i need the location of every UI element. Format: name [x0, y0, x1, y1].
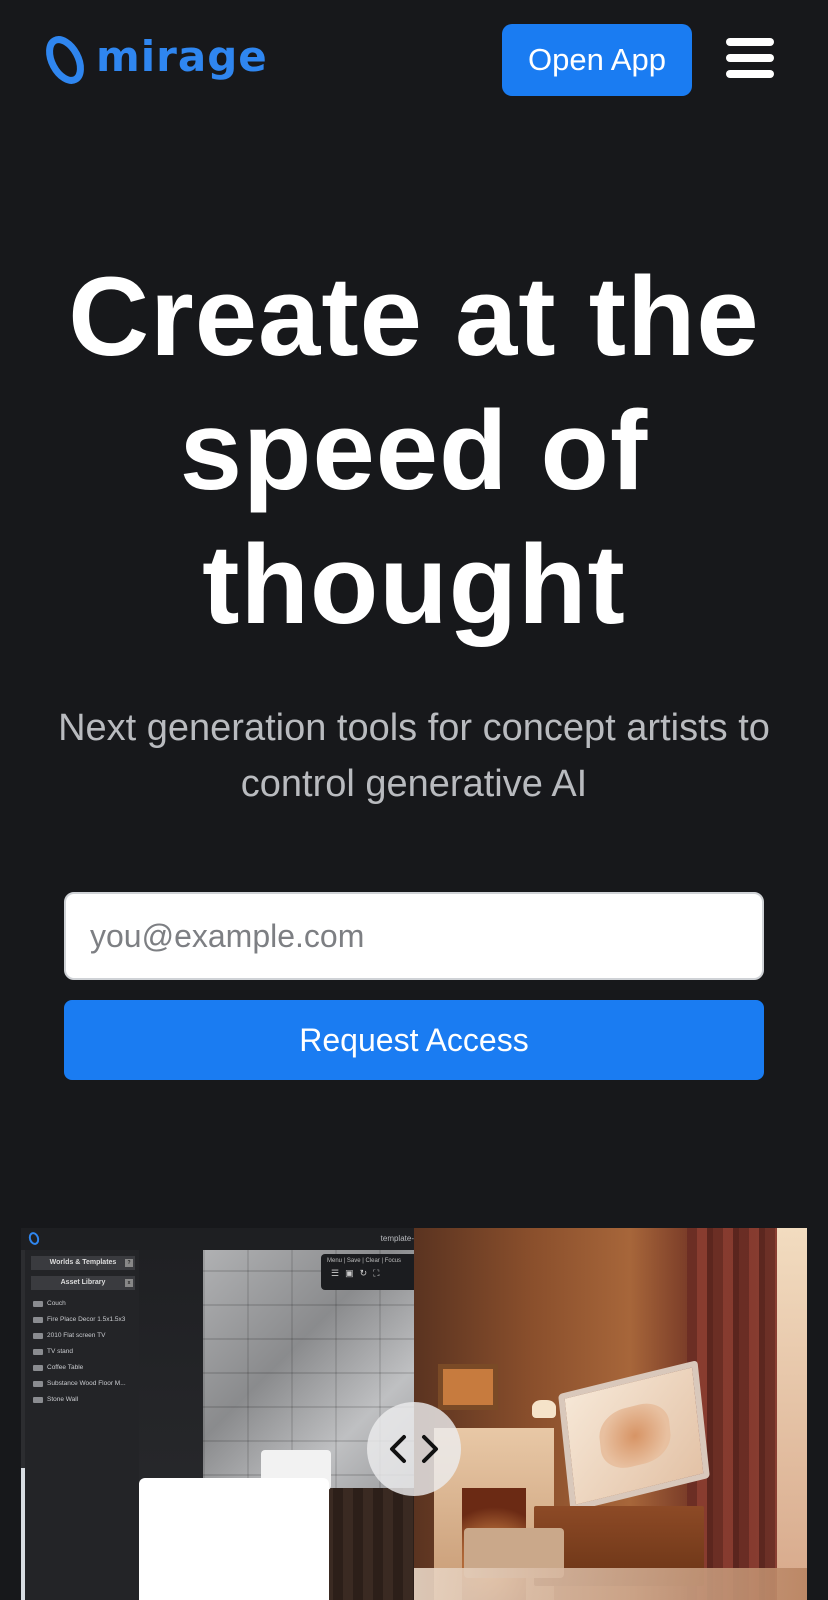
request-access-button[interactable]: Request Access	[64, 1000, 764, 1080]
couch-model	[139, 1478, 329, 1600]
worlds-templates-label: Worlds & Templates	[49, 1259, 117, 1266]
editor-document-title: template-	[380, 1234, 414, 1243]
floor	[414, 1568, 807, 1600]
asset-library-label: Asset Library	[60, 1279, 106, 1286]
toolbar-icons: ☰▣↻⛶	[331, 1268, 386, 1278]
asset-library-header: Asset Library x	[31, 1276, 135, 1290]
lamp	[532, 1400, 556, 1418]
editor-topbar: template-	[21, 1228, 414, 1250]
open-app-button[interactable]: Open App	[502, 24, 692, 96]
hero-subtitle: Next generation tools for concept artist…	[58, 707, 770, 805]
editor-edge-stripe	[21, 1468, 25, 1600]
editor-screenshot: template- Worlds & Templates ? Asset Lib…	[21, 1228, 414, 1600]
list-item: Substance Wood Floor M...	[25, 1376, 139, 1392]
hamburger-menu-icon[interactable]	[726, 38, 774, 78]
list-item: 2010 Flat screen TV	[25, 1328, 139, 1344]
comparison-slider-handle[interactable]	[367, 1402, 461, 1496]
logo-text: mirage	[96, 32, 268, 81]
chevron-left-icon	[390, 1435, 406, 1463]
ai-render-image	[414, 1228, 807, 1600]
logo[interactable]: mirage	[42, 34, 268, 86]
picture-frame	[438, 1364, 498, 1410]
email-input[interactable]	[64, 892, 764, 980]
list-item: Fire Place Decor 1.5x1.5x3	[25, 1312, 139, 1328]
list-item: TV stand	[25, 1344, 139, 1360]
toggle-icon: x	[125, 1279, 133, 1287]
editor-toolbar: Menu | Save | Clear | Focus ☰▣↻⛶	[321, 1254, 414, 1290]
list-item: Coffee Table	[25, 1360, 139, 1376]
site-header: mirage Open App	[0, 0, 828, 120]
mirage-logo-icon	[46, 36, 84, 84]
window-light	[777, 1228, 807, 1600]
hero-title: Create at the speed of thought	[68, 254, 760, 647]
list-item: Stone Wall	[25, 1392, 139, 1408]
worlds-templates-header: Worlds & Templates ?	[31, 1256, 135, 1270]
editor-logo-icon	[27, 1230, 41, 1247]
editor-sidebar: Worlds & Templates ? Asset Library x Cou…	[25, 1250, 139, 1600]
chevron-right-icon	[422, 1435, 438, 1463]
editor-toolbar-text: Menu | Save | Clear | Focus	[327, 1258, 402, 1264]
asset-list: Couch Fire Place Decor 1.5x1.5x3 2010 Fl…	[25, 1296, 139, 1408]
list-item: Couch	[25, 1296, 139, 1312]
toggle-icon: ?	[125, 1259, 133, 1267]
